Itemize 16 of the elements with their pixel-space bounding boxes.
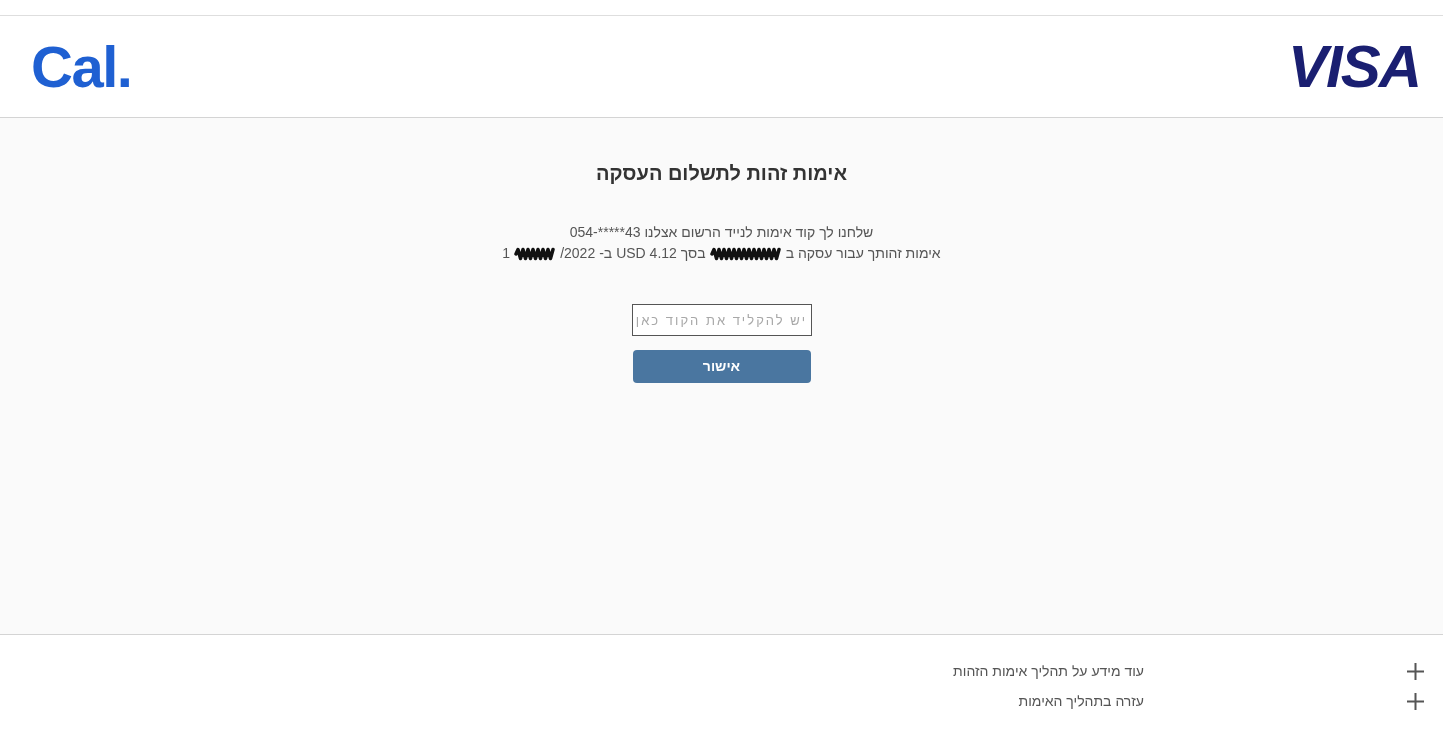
scribble-icon — [709, 246, 782, 261]
accordion-toggle[interactable]: עזרה בתהליך האימות — [1018, 690, 1144, 712]
confirm-button[interactable]: אישור — [632, 350, 811, 383]
visa-logo: VISA — [1287, 36, 1420, 97]
cal-logo: Cal. — [31, 37, 132, 96]
message-text: 1 — [502, 244, 511, 263]
code-input-field[interactable]: יש להקליד את הקוד כאן — [631, 304, 812, 336]
message-text: בסך USD 4.12 ב- — [599, 244, 706, 263]
message-text: אימות זהותך עבור עסקה ב — [785, 244, 941, 263]
page-title: אימות זהות לתשלום העסקה — [595, 161, 848, 186]
accordion-toggle[interactable]: עוד מידע על תהליך אימות הזהות — [953, 660, 1144, 682]
message-text: שלחנו לך קוד אימות לנייד הרשום אצלנו 43*****-054 — [569, 223, 874, 242]
plus-icon[interactable] — [1407, 692, 1424, 710]
scribble-icon — [514, 246, 557, 261]
message-text: /2022 — [560, 244, 596, 263]
plus-icon[interactable] — [1407, 662, 1424, 680]
